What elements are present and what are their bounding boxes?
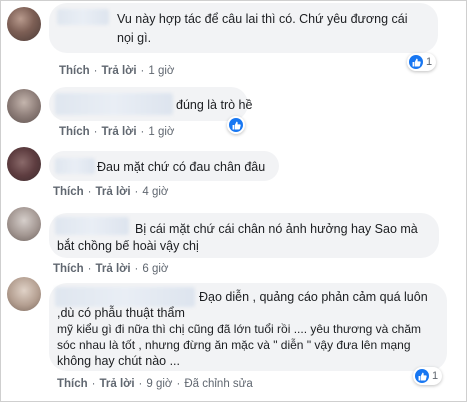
- comment-text-line: bắt chồng bế hoài vậy chị: [57, 239, 199, 253]
- reaction-count: 1: [432, 370, 439, 382]
- like-link[interactable]: Thích: [53, 186, 84, 198]
- blurred-username: [55, 158, 95, 174]
- avatar[interactable]: [7, 277, 41, 311]
- reply-link[interactable]: Trả lời: [102, 126, 137, 138]
- comment-text-line: Bị cái mặt chứ cái chân nó ảnh hưởng hay…: [135, 222, 418, 236]
- blurred-username: [55, 287, 195, 307]
- comment-text-line: không hay chút nào ...: [57, 354, 181, 368]
- comment-text-line: nọi gì.: [117, 31, 152, 45]
- comment-actions: Thích · Trả lời · 9 giờ · Đã chỉnh sửa: [57, 378, 253, 390]
- reaction-badge[interactable]: 1: [407, 53, 437, 71]
- blurred-username: [57, 9, 109, 25]
- edited-label[interactable]: Đã chỉnh sửa: [184, 378, 252, 390]
- comment-bubble: Bị cái mặt chứ cái chân nó ảnh hưởng hay…: [49, 213, 439, 258]
- comment-text-line: mỹ kiểu gì đi nữa thì chị cũng đã lớn tu…: [57, 322, 421, 336]
- comment-bubble: đúng là trò hề: [49, 87, 252, 121]
- like-link[interactable]: Thích: [53, 263, 84, 275]
- timestamp[interactable]: 6 giờ: [142, 263, 168, 275]
- timestamp[interactable]: 1 giờ: [148, 65, 174, 77]
- reply-link[interactable]: Trả lời: [96, 186, 131, 198]
- timestamp[interactable]: 9 giờ: [146, 378, 172, 390]
- blurred-username: [55, 217, 129, 235]
- comment-bubble: Đau mặt chứ có đau chân đâu: [49, 151, 279, 181]
- comment-thread: Vu này hợp tác để câu lai thì có. Chứ yê…: [0, 0, 467, 402]
- comment-text-line: sóc nhau là tốt , nhưng đừng ăn mặc và "…: [57, 338, 411, 352]
- comment-text-line: đúng là trò hề: [176, 98, 253, 112]
- reply-link[interactable]: Trả lời: [96, 263, 131, 275]
- comment-actions: Thích · Trả lời · 6 giờ: [53, 263, 169, 275]
- comment-text-line: Đau mặt chứ có đau chân đâu: [97, 160, 266, 174]
- like-link[interactable]: Thích: [57, 378, 88, 390]
- like-reaction-icon: [409, 55, 423, 69]
- timestamp[interactable]: 1 giờ: [148, 126, 174, 138]
- comment-actions: Thích · Trả lời · 4 giờ: [53, 186, 169, 198]
- blurred-username: [55, 93, 173, 115]
- comment-text-line: Đạo diễn , quảng cáo phản cảm quá luôn: [199, 290, 428, 304]
- comment-bubble: Đạo diễn , quảng cáo phản cảm quá luôn ,…: [49, 283, 447, 371]
- like-reaction-icon: [415, 369, 429, 383]
- reaction-badge[interactable]: 1: [413, 367, 443, 385]
- reply-link[interactable]: Trả lời: [102, 65, 137, 77]
- avatar[interactable]: [7, 89, 41, 123]
- reaction-count: 1: [426, 56, 433, 68]
- comment-text-line: Vu này hợp tác để câu lai thì có. Chứ yê…: [117, 12, 408, 26]
- comment-text-line: ,dù có phẫu thuật thẩm: [57, 306, 185, 320]
- comment-bubble: Vu này hợp tác để câu lai thì có. Chứ yê…: [49, 3, 438, 53]
- timestamp[interactable]: 4 giờ: [142, 186, 168, 198]
- like-reaction-icon: [229, 118, 243, 132]
- avatar[interactable]: [7, 207, 41, 241]
- avatar[interactable]: [7, 7, 41, 41]
- like-link[interactable]: Thích: [59, 126, 90, 138]
- comment-actions: Thích · Trả lời · 1 giờ: [59, 65, 175, 77]
- like-link[interactable]: Thích: [59, 65, 90, 77]
- comment-actions: Thích · Trả lời · 1 giờ: [59, 126, 175, 138]
- reaction-badge[interactable]: [227, 116, 245, 134]
- avatar[interactable]: [7, 147, 41, 181]
- reply-link[interactable]: Trả lời: [100, 378, 135, 390]
